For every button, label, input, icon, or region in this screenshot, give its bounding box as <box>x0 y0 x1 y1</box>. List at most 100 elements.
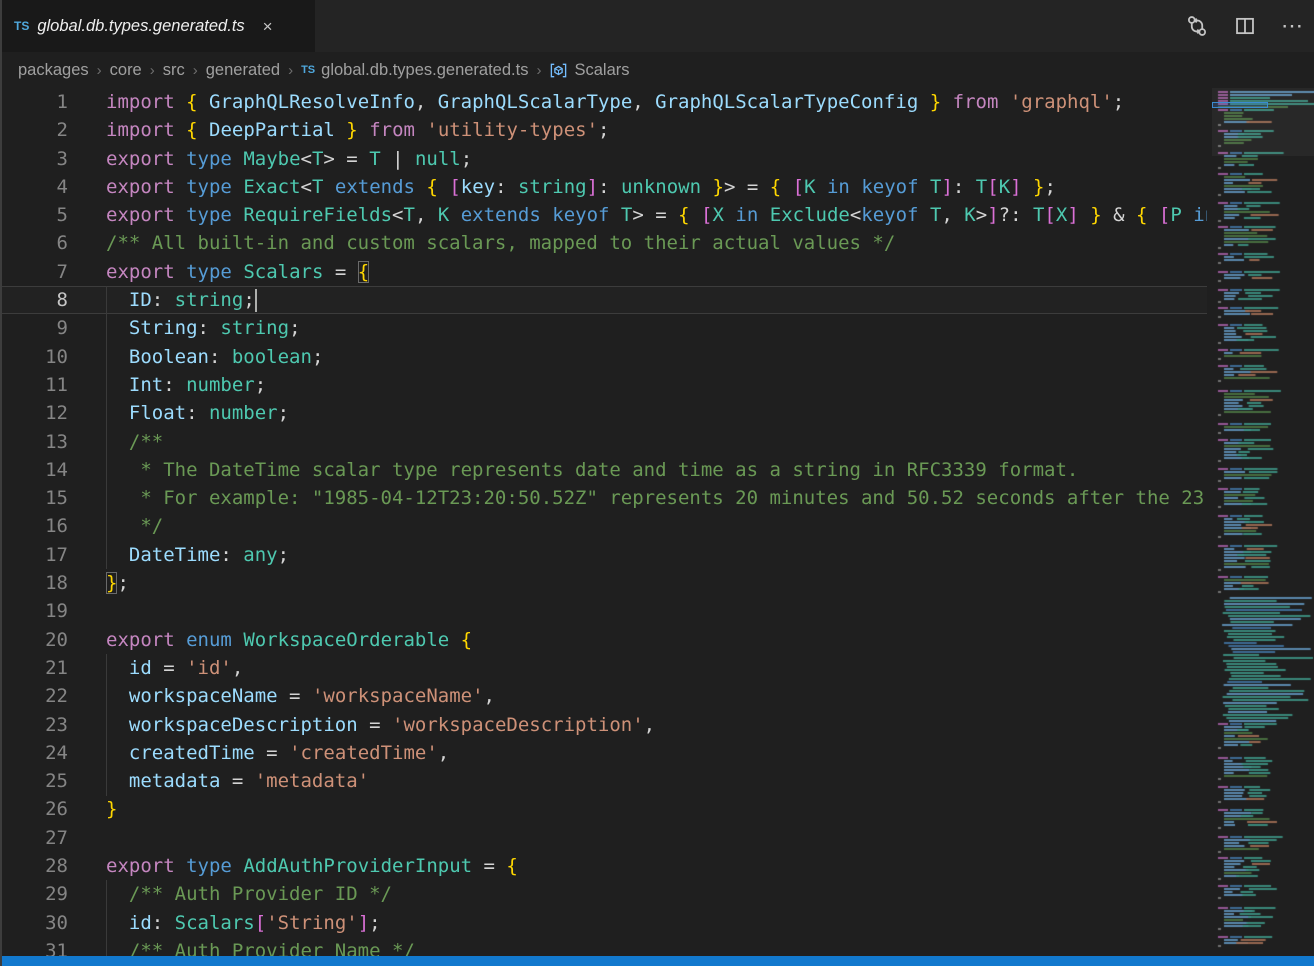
code-line[interactable]: 22 workspaceName = 'workspaceName', <box>0 682 1207 710</box>
line-number[interactable]: 27 <box>0 824 68 852</box>
token: /** All built-in and custom scalars, map… <box>106 232 895 254</box>
line-number[interactable]: 26 <box>0 795 68 823</box>
token: string <box>175 289 244 311</box>
line-number[interactable]: 15 <box>0 484 68 512</box>
code-line[interactable]: 1import { GraphQLResolveInfo, GraphQLSca… <box>0 88 1207 116</box>
code-line[interactable]: 14 * The DateTime scalar type represents… <box>0 456 1207 484</box>
line-number[interactable]: 4 <box>0 173 68 201</box>
code-line[interactable]: 30 id: Scalars['String']; <box>0 909 1207 937</box>
code-editor[interactable]: 1import { GraphQLResolveInfo, GraphQLSca… <box>0 88 1207 956</box>
token <box>232 204 243 226</box>
code-line[interactable]: 26} <box>0 795 1207 823</box>
line-number[interactable]: 31 <box>0 937 68 956</box>
breadcrumb-item-packages[interactable]: packages <box>18 61 89 80</box>
token: , <box>415 91 438 113</box>
editor-actions: ⋯ <box>1184 0 1306 52</box>
code-line[interactable]: 29 /** Auth Provider ID */ <box>0 880 1207 908</box>
code-line[interactable]: 17 DateTime: any; <box>0 541 1207 569</box>
line-number[interactable]: 12 <box>0 399 68 427</box>
code-line[interactable]: 25 metadata = 'metadata' <box>0 767 1207 795</box>
token: ] <box>358 912 369 934</box>
token: T <box>403 204 414 226</box>
token <box>232 176 243 198</box>
code-line[interactable]: 9 String: string; <box>0 314 1207 342</box>
token: = <box>358 714 392 736</box>
line-number[interactable]: 20 <box>0 626 68 654</box>
code-line[interactable]: 19 <box>0 597 1207 625</box>
token: ; <box>278 544 289 566</box>
token <box>415 119 426 141</box>
line-number[interactable]: 14 <box>0 456 68 484</box>
code-line[interactable]: 10 Boolean: boolean; <box>0 343 1207 371</box>
line-number[interactable]: 6 <box>0 229 68 257</box>
code-line[interactable]: 31 /** Auth Provider Name */ <box>0 937 1207 956</box>
open-changes-icon[interactable] <box>1184 13 1210 39</box>
line-number[interactable]: 24 <box>0 739 68 767</box>
breadcrumb-item-core[interactable]: core <box>110 61 142 80</box>
code-line[interactable]: 24 createdTime = 'createdTime', <box>0 739 1207 767</box>
editor-tab[interactable]: TS global.db.types.generated.ts × <box>0 0 315 52</box>
code-line[interactable]: 18}; <box>0 569 1207 597</box>
line-number[interactable]: 30 <box>0 909 68 937</box>
code-line[interactable]: 3 export type Maybe<T> = T | null; <box>0 145 1207 173</box>
line-number[interactable]: 2 <box>0 116 68 144</box>
code-line[interactable]: 27 <box>0 824 1207 852</box>
token: GraphQLScalarTypeConfig <box>655 91 918 113</box>
close-tab-icon[interactable]: × <box>263 18 273 35</box>
breadcrumb-item-generated[interactable]: generated <box>206 61 280 80</box>
token: ?: <box>999 204 1033 226</box>
breadcrumb-item-scalars[interactable]: Scalars <box>549 61 629 80</box>
token: { <box>426 176 437 198</box>
code-line[interactable]: 2import { DeepPartial } from 'utility-ty… <box>0 116 1207 144</box>
token <box>724 204 735 226</box>
code-line[interactable]: 4export type Exact<T extends { [key: str… <box>0 173 1207 201</box>
token <box>918 91 929 113</box>
line-number[interactable]: 23 <box>0 711 68 739</box>
line-number[interactable]: 17 <box>0 541 68 569</box>
token: > = <box>724 176 770 198</box>
code-line[interactable]: 15 * For example: "1985-04-12T23:20:50.5… <box>0 484 1207 512</box>
line-number[interactable]: 19 <box>0 597 68 625</box>
token: : <box>186 402 209 424</box>
code-line[interactable]: 7export type Scalars = { <box>0 258 1207 286</box>
code-line[interactable]: 20 export enum WorkspaceOrderable { <box>0 626 1207 654</box>
code-text: export enum WorkspaceOrderable { <box>106 626 472 654</box>
token: ] <box>941 176 952 198</box>
code-line[interactable]: 11 Int: number; <box>0 371 1207 399</box>
code-line[interactable]: 13 /** <box>0 428 1207 456</box>
line-number[interactable]: 21 <box>0 654 68 682</box>
breadcrumb-item-src[interactable]: src <box>163 61 185 80</box>
minimap[interactable] <box>1212 88 1314 956</box>
line-number[interactable]: 7 <box>0 258 68 286</box>
line-number[interactable]: 11 <box>0 371 68 399</box>
line-number[interactable]: 13 <box>0 428 68 456</box>
line-number[interactable]: 25 <box>0 767 68 795</box>
line-number[interactable]: 5 <box>0 201 68 229</box>
line-number[interactable]: 3 <box>0 145 68 173</box>
code-line[interactable]: 6 /** All built-in and custom scalars, ma… <box>0 229 1207 257</box>
line-number[interactable]: 29 <box>0 880 68 908</box>
line-number[interactable]: 1 <box>0 88 68 116</box>
breadcrumb-item-global-db-types-generated-ts[interactable]: TSglobal.db.types.generated.ts <box>301 61 528 80</box>
code-text: export type Maybe<T> = T | null; <box>106 145 472 173</box>
more-actions-icon[interactable]: ⋯ <box>1280 13 1306 39</box>
line-number[interactable]: 28 <box>0 852 68 880</box>
split-editor-icon[interactable] <box>1232 13 1258 39</box>
line-number[interactable]: 22 <box>0 682 68 710</box>
code-line[interactable]: 21 id = 'id', <box>0 654 1207 682</box>
token: keyof <box>861 204 918 226</box>
breadcrumb-separator: › <box>536 62 541 79</box>
line-number[interactable]: 8 <box>0 286 68 314</box>
code-line[interactable]: 12 Float: number; <box>0 399 1207 427</box>
token <box>175 91 186 113</box>
line-number[interactable]: 9 <box>0 314 68 342</box>
line-number[interactable]: 16 <box>0 512 68 540</box>
minimap-slider[interactable] <box>1212 88 1314 156</box>
code-line[interactable]: 5export type RequireFields<T, K extends … <box>0 201 1207 229</box>
line-number[interactable]: 10 <box>0 343 68 371</box>
code-line[interactable]: 16 */ <box>0 512 1207 540</box>
code-line[interactable]: 28export type AddAuthProviderInput = { <box>0 852 1207 880</box>
code-line[interactable]: 8 ID: string; <box>0 286 1207 314</box>
code-line[interactable]: 23 workspaceDescription = 'workspaceDesc… <box>0 711 1207 739</box>
line-number[interactable]: 18 <box>0 569 68 597</box>
